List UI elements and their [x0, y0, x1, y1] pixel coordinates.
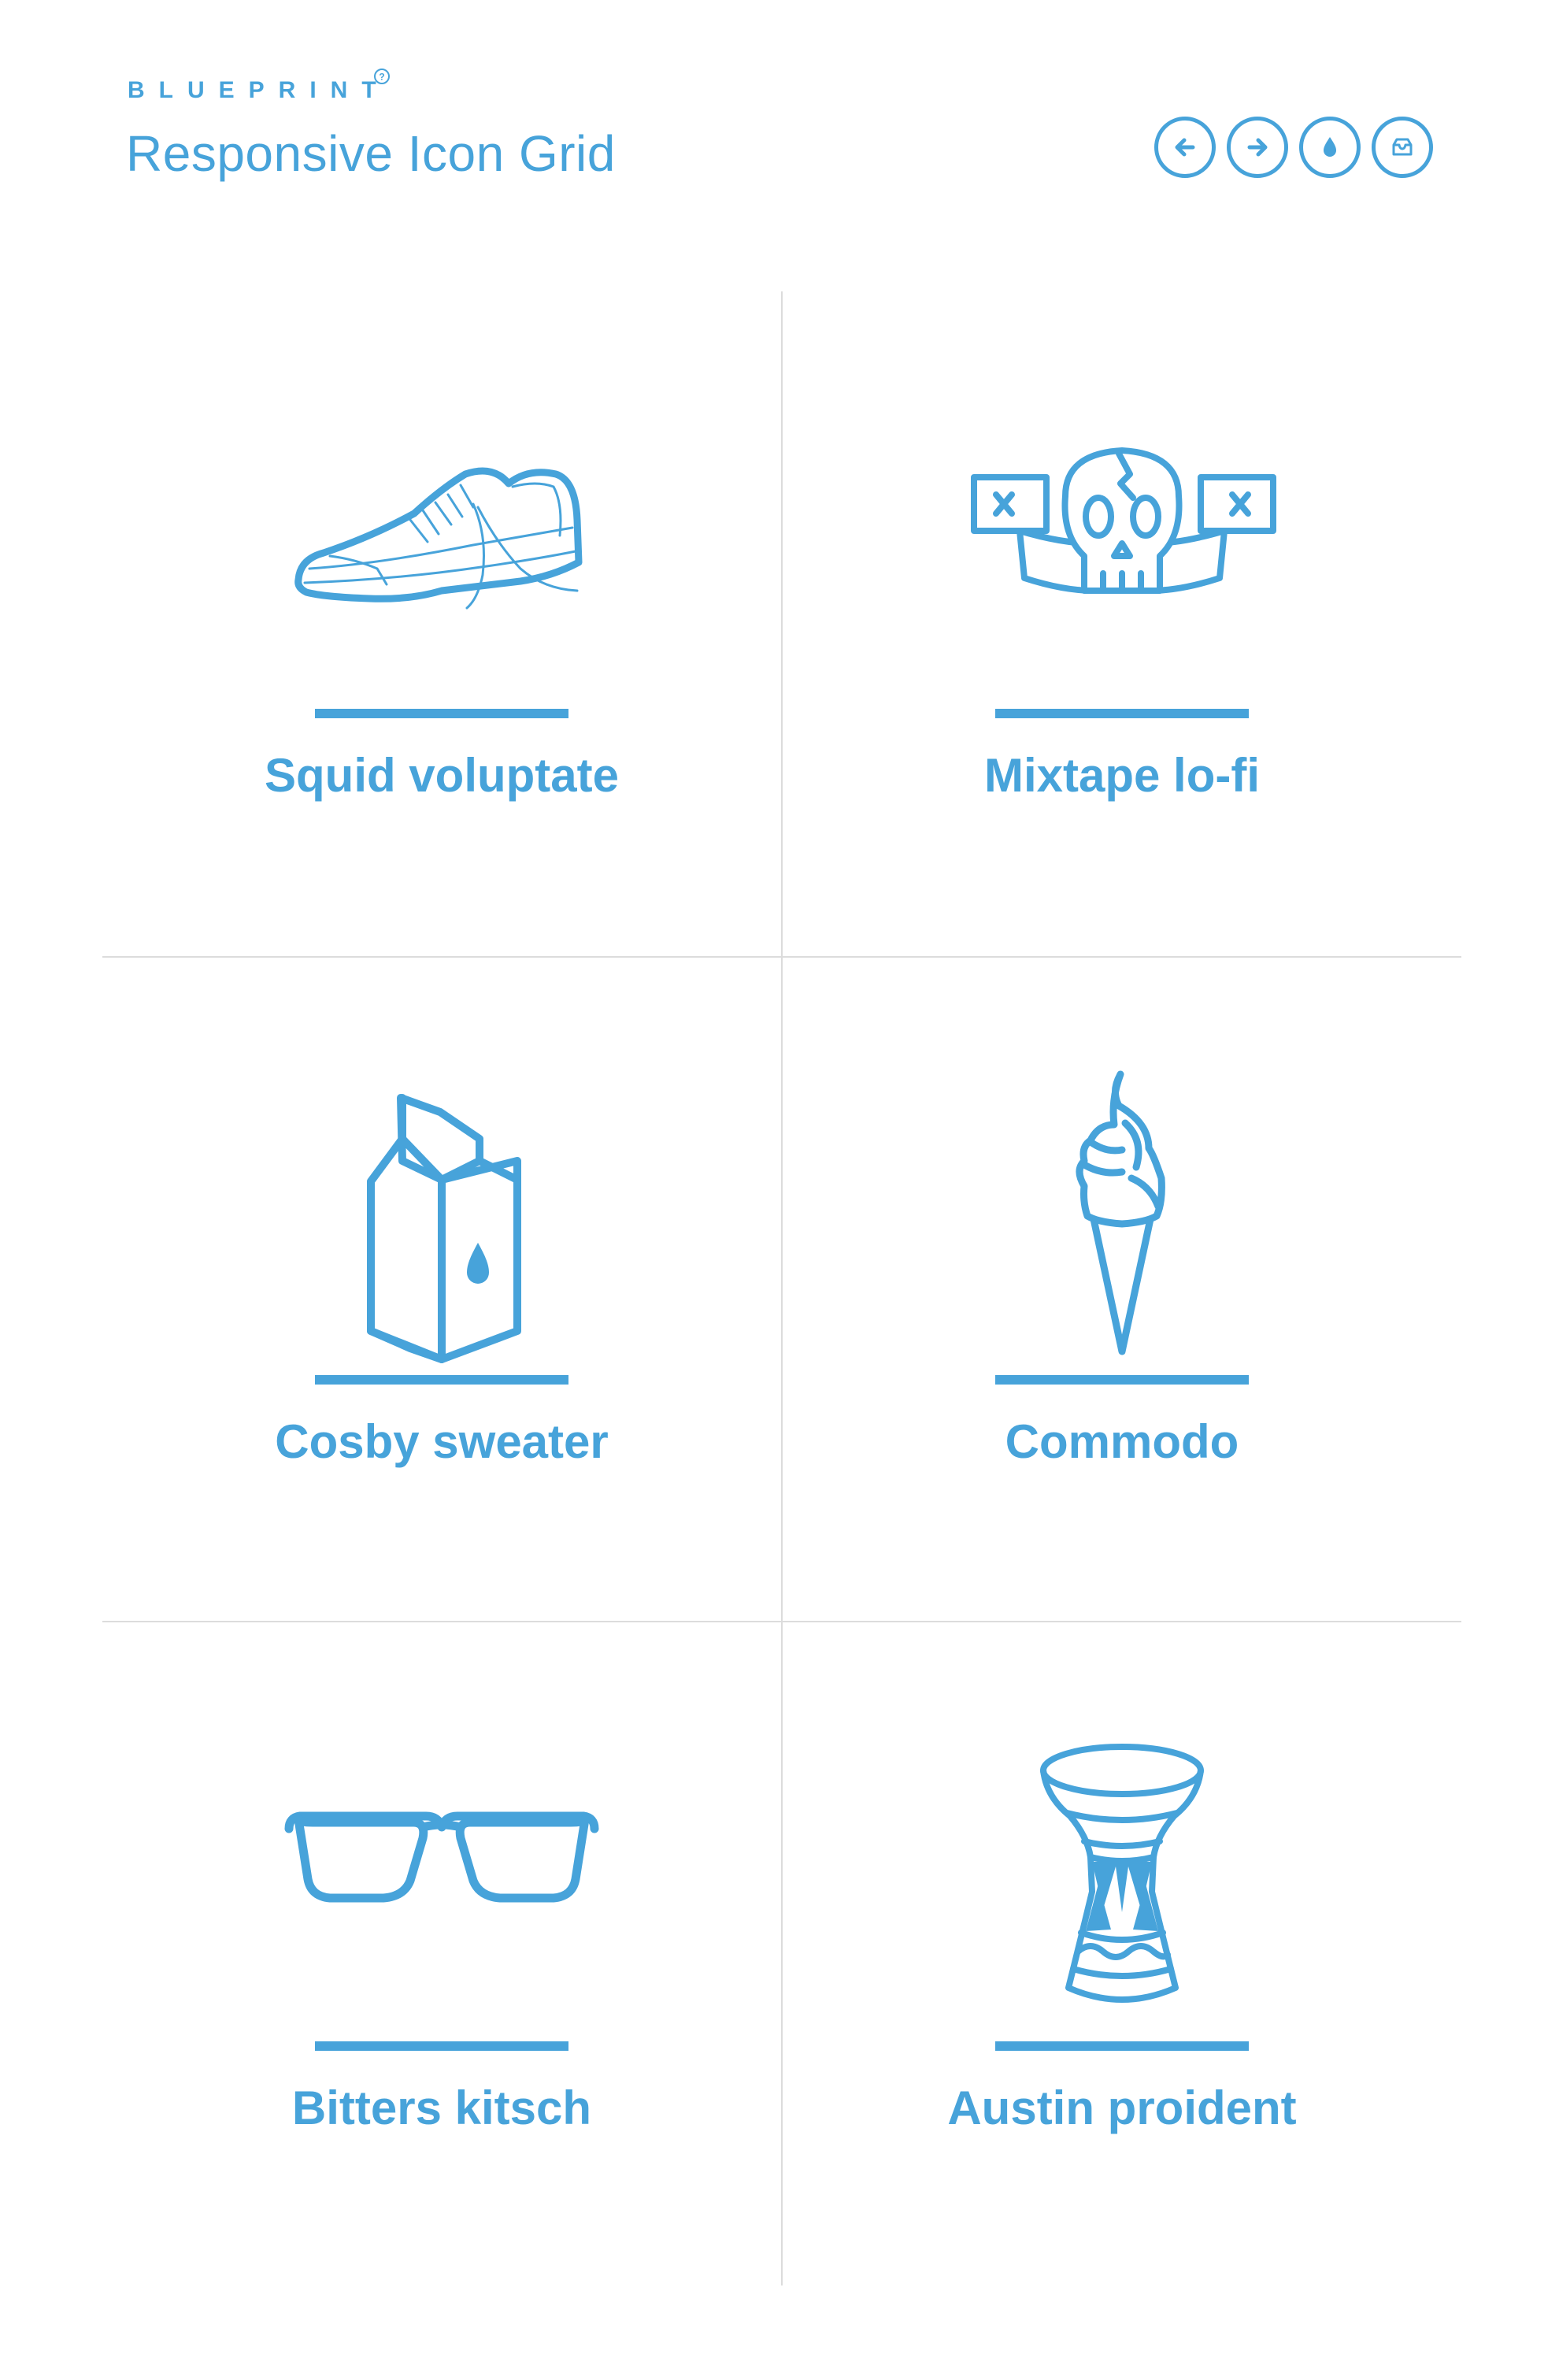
help-mark-icon: ?	[374, 69, 390, 84]
glasses-icon	[284, 1811, 599, 1903]
grid-item-bitters-kitsch[interactable]: Bitters kitsch	[102, 1624, 781, 2289]
item-underline	[995, 2041, 1249, 2051]
djembe-drum-icon	[1040, 1744, 1204, 2003]
skull-banner-icon	[971, 447, 1276, 594]
grid-item-commodo[interactable]: Commodo	[783, 958, 1461, 1622]
item-label: Bitters kitsch	[291, 2082, 592, 2134]
previous-button[interactable]	[1154, 117, 1216, 178]
item-underline	[995, 1375, 1249, 1385]
arrow-right-icon	[1247, 138, 1268, 157]
item-label: Austin proident	[947, 2082, 1297, 2134]
arrow-left-icon	[1175, 138, 1195, 157]
grid-item-squid-voluptate[interactable]: Squid voluptate	[102, 291, 781, 956]
ice-cream-cone-icon	[1076, 1070, 1165, 1355]
milk-carton-icon	[367, 1094, 521, 1363]
icon-grid: Squid voluptate Mixtape lo-fi Cosby swea…	[102, 291, 1461, 2285]
svg-text:?: ?	[379, 72, 384, 83]
inbox-icon	[1392, 138, 1413, 156]
item-underline	[315, 1375, 568, 1385]
page-header: BLUEPRINT ? Responsive Icon Grid	[126, 63, 1433, 221]
archive-button[interactable]	[1372, 117, 1433, 178]
sneaker-icon	[294, 467, 583, 610]
header-nav	[1154, 117, 1433, 178]
item-underline	[315, 2041, 568, 2051]
brand-name: BLUEPRINT	[128, 77, 391, 103]
item-label: Cosby sweater	[275, 1415, 609, 1468]
next-button[interactable]	[1227, 117, 1288, 178]
item-underline	[995, 709, 1249, 718]
drop-button[interactable]	[1299, 117, 1361, 178]
item-label: Commodo	[1005, 1415, 1239, 1468]
item-underline	[315, 709, 568, 718]
page-title: Responsive Icon Grid	[126, 125, 616, 182]
item-label: Squid voluptate	[265, 749, 619, 802]
grid-item-cosby-sweater[interactable]: Cosby sweater	[102, 958, 781, 1622]
grid-item-mixtape-lo-fi[interactable]: Mixtape lo-fi	[783, 291, 1461, 956]
drop-icon	[1324, 137, 1336, 157]
grid-item-austin-proident[interactable]: Austin proident	[783, 1624, 1461, 2289]
item-label: Mixtape lo-fi	[983, 749, 1260, 802]
